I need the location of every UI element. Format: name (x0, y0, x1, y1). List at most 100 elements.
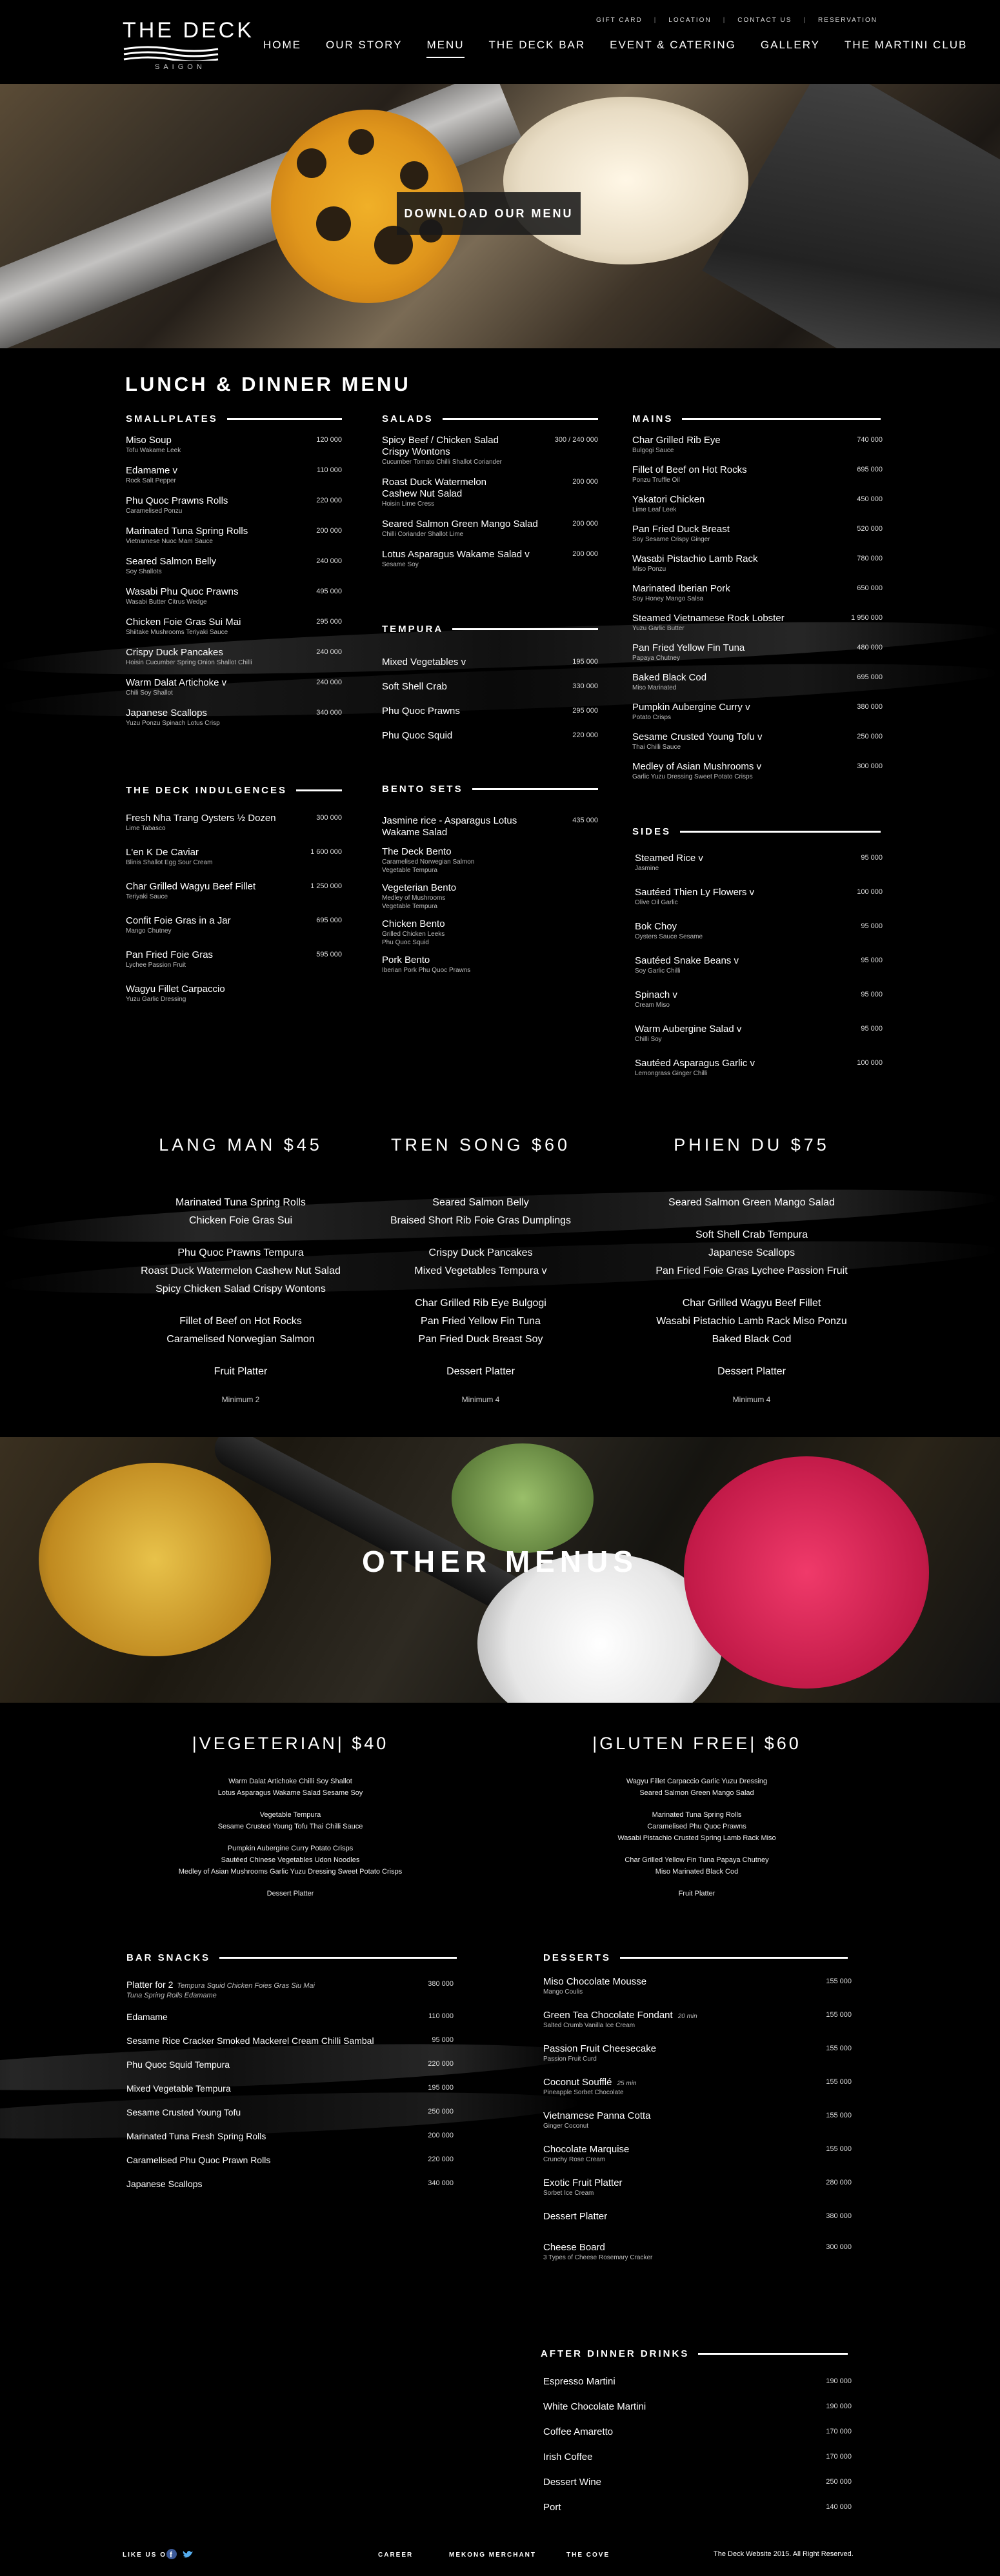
footer-link-career[interactable]: CAREER (378, 2551, 413, 2559)
set-menu-dish: Marinated Tuna Spring Rolls (175, 1197, 306, 1208)
footer-link-mekong-merchant[interactable]: MEKONG MERCHANT (449, 2551, 536, 2559)
item-price: 295 000 (572, 707, 598, 715)
bar-snack-item: Phu Quoc Squid Tempura 220 000 (126, 2059, 454, 2083)
item-description: Hoisin Lime Cress (382, 500, 435, 508)
menu-course: Warm Dalat Artichoke Chilli Soy Shallot L… (161, 1776, 419, 1799)
nav-menu[interactable]: MENU (426, 39, 465, 58)
item-name: Baked Black Cod (632, 672, 707, 683)
item-line: Exotic Fruit Platter (543, 2177, 852, 2189)
item-name: Pan Fried Yellow Fin Tuna (632, 642, 745, 653)
logo[interactable]: THE DECK SAIGON (123, 18, 252, 76)
section-title: MAINS (632, 413, 674, 424)
item-description: Hoisin Cucumber Spring Onion Shallot Chi… (126, 659, 252, 666)
item-name: Chocolate Marquise (543, 2144, 630, 2155)
nav-event-catering[interactable]: EVENT & CATERING (610, 39, 736, 58)
menu-item: Bok Choy Oysters Sauce Sesame 95 000 (635, 921, 883, 941)
item-description: Ponzu Truffle Oil (632, 477, 680, 484)
dessert-item: Coconut Soufflé 25 min Pineapple Sorbet Ch… (543, 2077, 852, 2097)
item-line: Mixed Vegetable Tempura (126, 2083, 454, 2094)
item-price: 95 000 (861, 922, 883, 930)
footer-link-the-cove[interactable]: THE COVE (566, 2551, 610, 2559)
menu-item: Warm Dalat Artichoke v Chili Soy Shallot 2… (126, 677, 342, 697)
item-name: Seared Salmon Belly (126, 556, 217, 567)
section-heading: SIDES (632, 824, 881, 838)
section-heading: MAINS (632, 411, 881, 426)
set-menu-dish: Dessert Platter (446, 1366, 515, 1377)
menu-item: Lotus Asparagus Wakame Salad v Sesame Soy… (382, 549, 598, 569)
item-price: 1 600 000 (310, 848, 342, 856)
item-price: 120 000 (316, 436, 342, 444)
dessert-item: Vietnamese Panna Cotta Ginger Coconut 155 … (543, 2110, 852, 2130)
item-description: Sorbet Ice Cream (543, 2190, 594, 2197)
item-name: Japanese Scallops (126, 2179, 203, 2189)
util-location[interactable]: LOCATION (668, 17, 711, 24)
set-menu-dish: Phu Quoc Prawns Tempura (177, 1247, 304, 1258)
section-title: SMALLPLATES (126, 413, 218, 424)
item-name: Sautéed Thien Ly Flowers v (635, 887, 755, 898)
util-contact-us[interactable]: CONTACT US (737, 17, 792, 24)
item-description: Teriyaki Sauce (126, 893, 168, 900)
util-gift-card[interactable]: GIFT CARD (596, 17, 643, 24)
item-description: Caramelised Ponzu (126, 508, 183, 515)
menu-title: LUNCH & DINNER MENU (125, 373, 411, 395)
item-name: Phu Quoc Prawns (382, 706, 460, 717)
drink-item: Irish Coffee 170 000 (543, 2452, 852, 2463)
item-price: 155 000 (826, 2045, 852, 2052)
item-description: Papaya Chutney (632, 655, 680, 662)
item-name: Sesame Rice Cracker Smoked Mackerel Crea… (126, 2036, 374, 2046)
drink-item: White Chocolate Martini 190 000 (543, 2401, 852, 2413)
item-name: Pumpkin Aubergine Curry v (632, 702, 750, 713)
item-description: Mango Chutney (126, 927, 172, 935)
item-price: 140 000 (826, 2503, 852, 2511)
divider (296, 789, 342, 791)
menu-course: Wagyu Fillet Carpaccio Garlic Yuzu Dress… (568, 1776, 826, 1799)
set-menu-dish: Fruit Platter (214, 1366, 268, 1377)
item-name: Phu Quoc Prawns Rolls (126, 495, 228, 506)
nav-the-martini-club[interactable]: THE MARTINI CLUB (845, 39, 967, 58)
set-menu-dish: Char Grilled Rib Eye Bulgogi (415, 1298, 546, 1309)
facebook-icon[interactable]: f (166, 2549, 177, 2559)
bar-snack-item: Caramelised Phu Quoc Prawn Rolls 220 000 (126, 2154, 454, 2178)
menu-item: Pork Bento Iberian Pork Phu Quoc Prawns (382, 955, 598, 975)
nav-the-deck-bar[interactable]: THE DECK BAR (489, 39, 586, 58)
item-price: 195 000 (572, 658, 598, 666)
download-menu-button[interactable]: DOWNLOAD OUR MENU (397, 192, 581, 235)
mains-column: MAINS Char Grilled Rib Eye Bulgogi Sauce 7… (632, 411, 883, 1078)
menu-dish: Seared Salmon Green Mango Salad (639, 1789, 754, 1797)
item-name: Phu Quoc Squid (382, 730, 453, 741)
menu-item: Baked Black Cod Miso Marinated 695 000 (632, 672, 883, 692)
item-description: Passion Fruit Curd (543, 2056, 597, 2063)
item-name: Japanese Scallops (126, 708, 207, 718)
item-name: Roast Duck Watermelon (382, 477, 486, 488)
item-description: Yuzu Garlic Butter (632, 625, 685, 632)
twitter-icon[interactable] (182, 2549, 194, 2559)
util-reservation[interactable]: RESERVATION (818, 17, 877, 24)
other-menus-banner: OTHER MENUS (0, 1437, 1000, 1703)
menu-title: |GLUTEN FREE| $60 (592, 1734, 801, 1753)
set-menu-course: Dessert Platter (342, 1363, 619, 1381)
menu-course: Pumpkin Aubergine Curry Potato Crisps Sau… (161, 1843, 419, 1878)
nav-home[interactable]: HOME (263, 39, 301, 58)
item-description: Thai Chilli Sauce (632, 744, 681, 751)
item-name: Warm Dalat Artichoke v (126, 677, 227, 688)
item-name: White Chocolate Martini (543, 2401, 646, 2412)
item-description: Mango Coulis (543, 1988, 583, 1996)
item-price: 300 / 240 000 (554, 436, 598, 444)
divider (680, 830, 881, 833)
item-price: 1 250 000 (310, 882, 342, 890)
nav-gallery[interactable]: GALLERY (761, 39, 820, 58)
menu-item: Medley of Asian Mushrooms v Garlic Yuzu D… (632, 761, 883, 781)
menu-item: Phu Quoc Squid 220 000 (382, 730, 598, 742)
item-name: Char Grilled Rib Eye (632, 435, 721, 446)
item-name: Coconut Soufflé (543, 2077, 612, 2088)
item-name-line2: Cashew Nut Salad (382, 488, 463, 499)
menu-item: Seared Salmon Belly Soy Shallots 240 000 (126, 556, 342, 576)
bar-snack-item: Japanese Scallops 340 000 (126, 2178, 454, 2202)
item-name: Espresso Martini (543, 2376, 615, 2387)
nav-our-story[interactable]: OUR STORY (326, 39, 402, 58)
set-menu-course: Fillet of Beef on Hot Rocks Caramelised N… (102, 1313, 379, 1349)
menu-item: Yakatori Chicken Lime Leaf Leek 450 000 (632, 494, 883, 514)
item-price: 110 000 (317, 466, 342, 474)
menu-dish: Wagyu Fillet Carpaccio Garlic Yuzu Dress… (626, 1778, 768, 1785)
vegetarian-menu: |VEGETERIAN| $40 Warm Dalat Artichoke Chi… (161, 1734, 419, 1910)
